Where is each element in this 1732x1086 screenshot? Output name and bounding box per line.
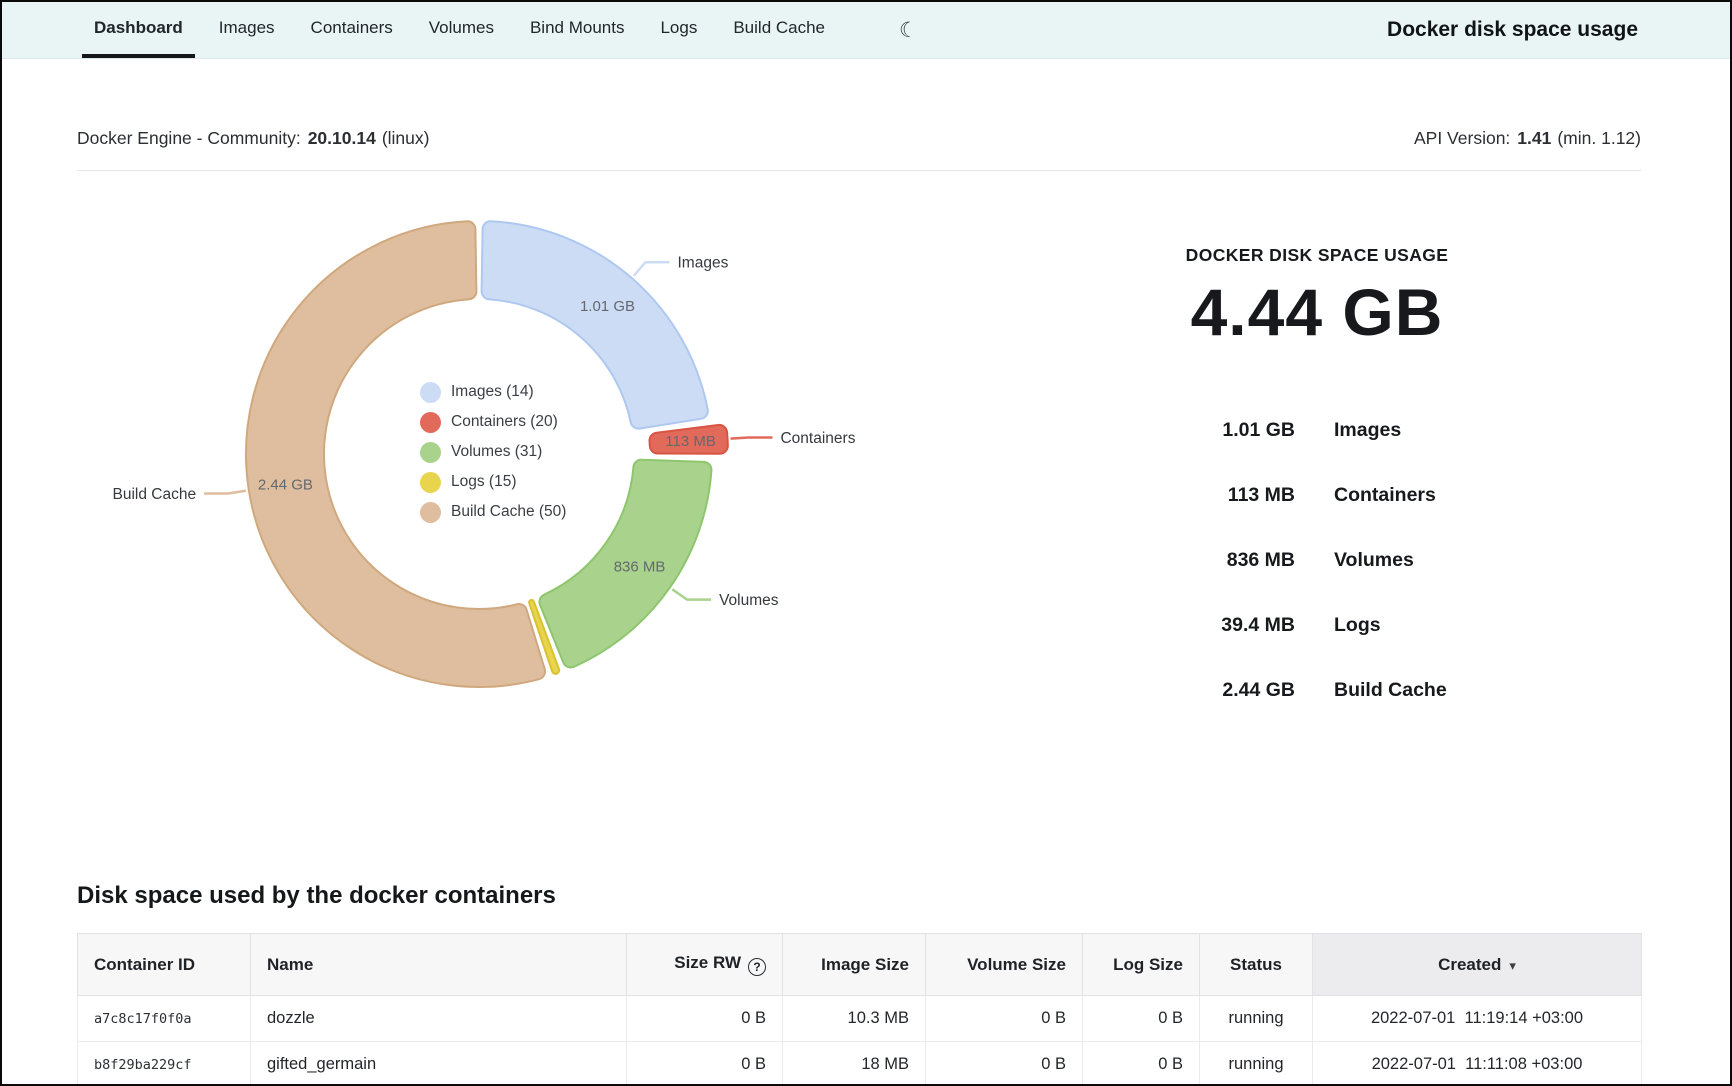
usage-label: Volumes <box>1334 549 1414 572</box>
legend-label: Containers (20) <box>451 413 558 431</box>
usage-size: 39.4 MB <box>1062 614 1295 637</box>
usage-total: 4.44 GB <box>1062 274 1572 350</box>
column-label: Image Size <box>821 955 909 974</box>
column-label: Volume Size <box>967 955 1066 974</box>
legend-swatch-volumes <box>420 442 441 463</box>
api-version-number: 1.41 <box>1517 128 1551 148</box>
legend-label: Logs (15) <box>451 473 516 491</box>
usage-label: Logs <box>1334 614 1381 637</box>
column-header-name: Name <box>251 934 627 996</box>
cell-status: running <box>1200 1042 1313 1086</box>
cell-status: running <box>1200 996 1313 1042</box>
api-min-version: (min. 1.12) <box>1557 128 1641 148</box>
cell-image-size: 10.3 MB <box>783 996 926 1042</box>
column-header-status: Status <box>1200 934 1313 996</box>
cell-size-rw: 0 B <box>627 1042 783 1086</box>
cell-container-id: a7c8c17f0f0a <box>78 996 251 1042</box>
column-header-container-id: Container ID <box>78 934 251 996</box>
callout-label-volumes: Volumes <box>719 592 779 609</box>
column-label: Size RW <box>674 953 741 972</box>
callout-line-images <box>634 262 670 276</box>
callout-line-containers <box>731 438 773 439</box>
callout-label-build-cache: Build Cache <box>113 486 197 503</box>
cell-image-size: 18 MB <box>783 1042 926 1086</box>
legend-label: Build Cache (50) <box>451 503 566 521</box>
column-label: Created <box>1438 955 1501 974</box>
cell-log-size: 0 B <box>1083 996 1200 1042</box>
table-row: b8f29ba229cfgifted_germain0 B18 MB0 B0 B… <box>78 1042 1642 1086</box>
column-header-created[interactable]: Created ▾ <box>1313 934 1642 996</box>
callout-label-images: Images <box>678 255 729 272</box>
table-row: a7c8c17f0f0adozzle0 B10.3 MB0 B0 Brunnin… <box>78 996 1642 1042</box>
app-title: Docker disk space usage <box>1387 18 1638 42</box>
legend-item-volumes[interactable]: Volumes (31) <box>420 437 566 467</box>
api-label: API Version: <box>1414 128 1510 148</box>
column-label: Log Size <box>1113 955 1183 974</box>
callout-line-volumes <box>672 589 711 599</box>
column-header-volume-size: Volume Size <box>926 934 1083 996</box>
table-header-row: Container ID Name Size RW? Image Size Volume… <box>78 934 1642 996</box>
callout-label-containers: Containers <box>780 430 855 447</box>
usage-size: 2.44 GB <box>1062 679 1295 702</box>
callout-line-build-cache <box>204 491 246 494</box>
legend-swatch-build-cache <box>420 502 441 523</box>
legend-item-build-cache[interactable]: Build Cache (50) <box>420 497 566 527</box>
cell-name: dozzle <box>251 996 627 1042</box>
usage-breakdown: 1.01 GB Images 113 MB Containers 836 MB Volum… <box>1062 398 1572 723</box>
containers-section-heading: Disk space used by the docker containers <box>77 882 556 910</box>
usage-row-volumes: 836 MB Volumes <box>1062 528 1572 593</box>
legend-label: Images (14) <box>451 383 534 401</box>
legend-item-containers[interactable]: Containers (20) <box>420 407 566 437</box>
slice-size-label: 2.44 GB <box>258 477 313 494</box>
usage-summary: DOCKER DISK SPACE USAGE 4.44 GB <box>1062 245 1572 350</box>
column-label: Name <box>267 955 313 974</box>
usage-row-logs: 39.4 MB Logs <box>1062 593 1572 658</box>
usage-row-containers: 113 MB Containers <box>1062 463 1572 528</box>
table-body: a7c8c17f0f0adozzle0 B10.3 MB0 B0 Brunnin… <box>78 996 1642 1086</box>
legend-item-logs[interactable]: Logs (15) <box>420 467 566 497</box>
usage-label: Build Cache <box>1334 679 1447 702</box>
usage-label: Images <box>1334 419 1401 442</box>
usage-row-images: 1.01 GB Images <box>1062 398 1572 463</box>
legend-label: Volumes (31) <box>451 443 542 461</box>
legend-swatch-images <box>420 382 441 403</box>
usage-size: 1.01 GB <box>1062 419 1295 442</box>
cell-volume-size: 0 B <box>926 1042 1083 1086</box>
slice-size-label: 113 MB <box>665 433 716 450</box>
cell-log-size: 0 B <box>1083 1042 1200 1086</box>
usage-summary-title: DOCKER DISK SPACE USAGE <box>1062 245 1572 266</box>
api-version: API Version: 1.41 (min. 1.12) <box>1414 128 1641 149</box>
usage-size: 113 MB <box>1062 484 1295 507</box>
column-header-log-size: Log Size <box>1083 934 1200 996</box>
column-label: Status <box>1230 955 1282 974</box>
cell-container-id: b8f29ba229cf <box>78 1042 251 1086</box>
containers-table-wrap: Container ID Name Size RW? Image Size Volume… <box>77 933 1642 1086</box>
column-header-image-size: Image Size <box>783 934 926 996</box>
legend-swatch-containers <box>420 412 441 433</box>
sort-desc-icon: ▾ <box>1509 958 1516 973</box>
slice-size-label: 836 MB <box>614 558 666 575</box>
usage-size: 836 MB <box>1062 549 1295 572</box>
legend-item-images[interactable]: Images (14) <box>420 377 566 407</box>
column-header-size-rw: Size RW? <box>627 934 783 996</box>
cell-created: 2022-07-01 11:19:14 +03:00 <box>1313 996 1642 1042</box>
app-window: DashboardImagesContainersVolumesBind Mou… <box>0 0 1732 1086</box>
help-icon[interactable]: ? <box>748 958 766 976</box>
cell-name: gifted_germain <box>251 1042 627 1086</box>
containers-table: Container ID Name Size RW? Image Size Volume… <box>77 933 1642 1086</box>
usage-label: Containers <box>1334 484 1436 507</box>
chart-legend: Images (14) Containers (20) Volumes (31) Lo… <box>420 377 566 527</box>
slice-size-label: 1.01 GB <box>580 298 635 315</box>
column-label: Container ID <box>94 955 195 974</box>
cell-created: 2022-07-01 11:11:08 +03:00 <box>1313 1042 1642 1086</box>
usage-row-build-cache: 2.44 GB Build Cache <box>1062 658 1572 723</box>
legend-swatch-logs <box>420 472 441 493</box>
cell-size-rw: 0 B <box>627 996 783 1042</box>
cell-volume-size: 0 B <box>926 996 1083 1042</box>
